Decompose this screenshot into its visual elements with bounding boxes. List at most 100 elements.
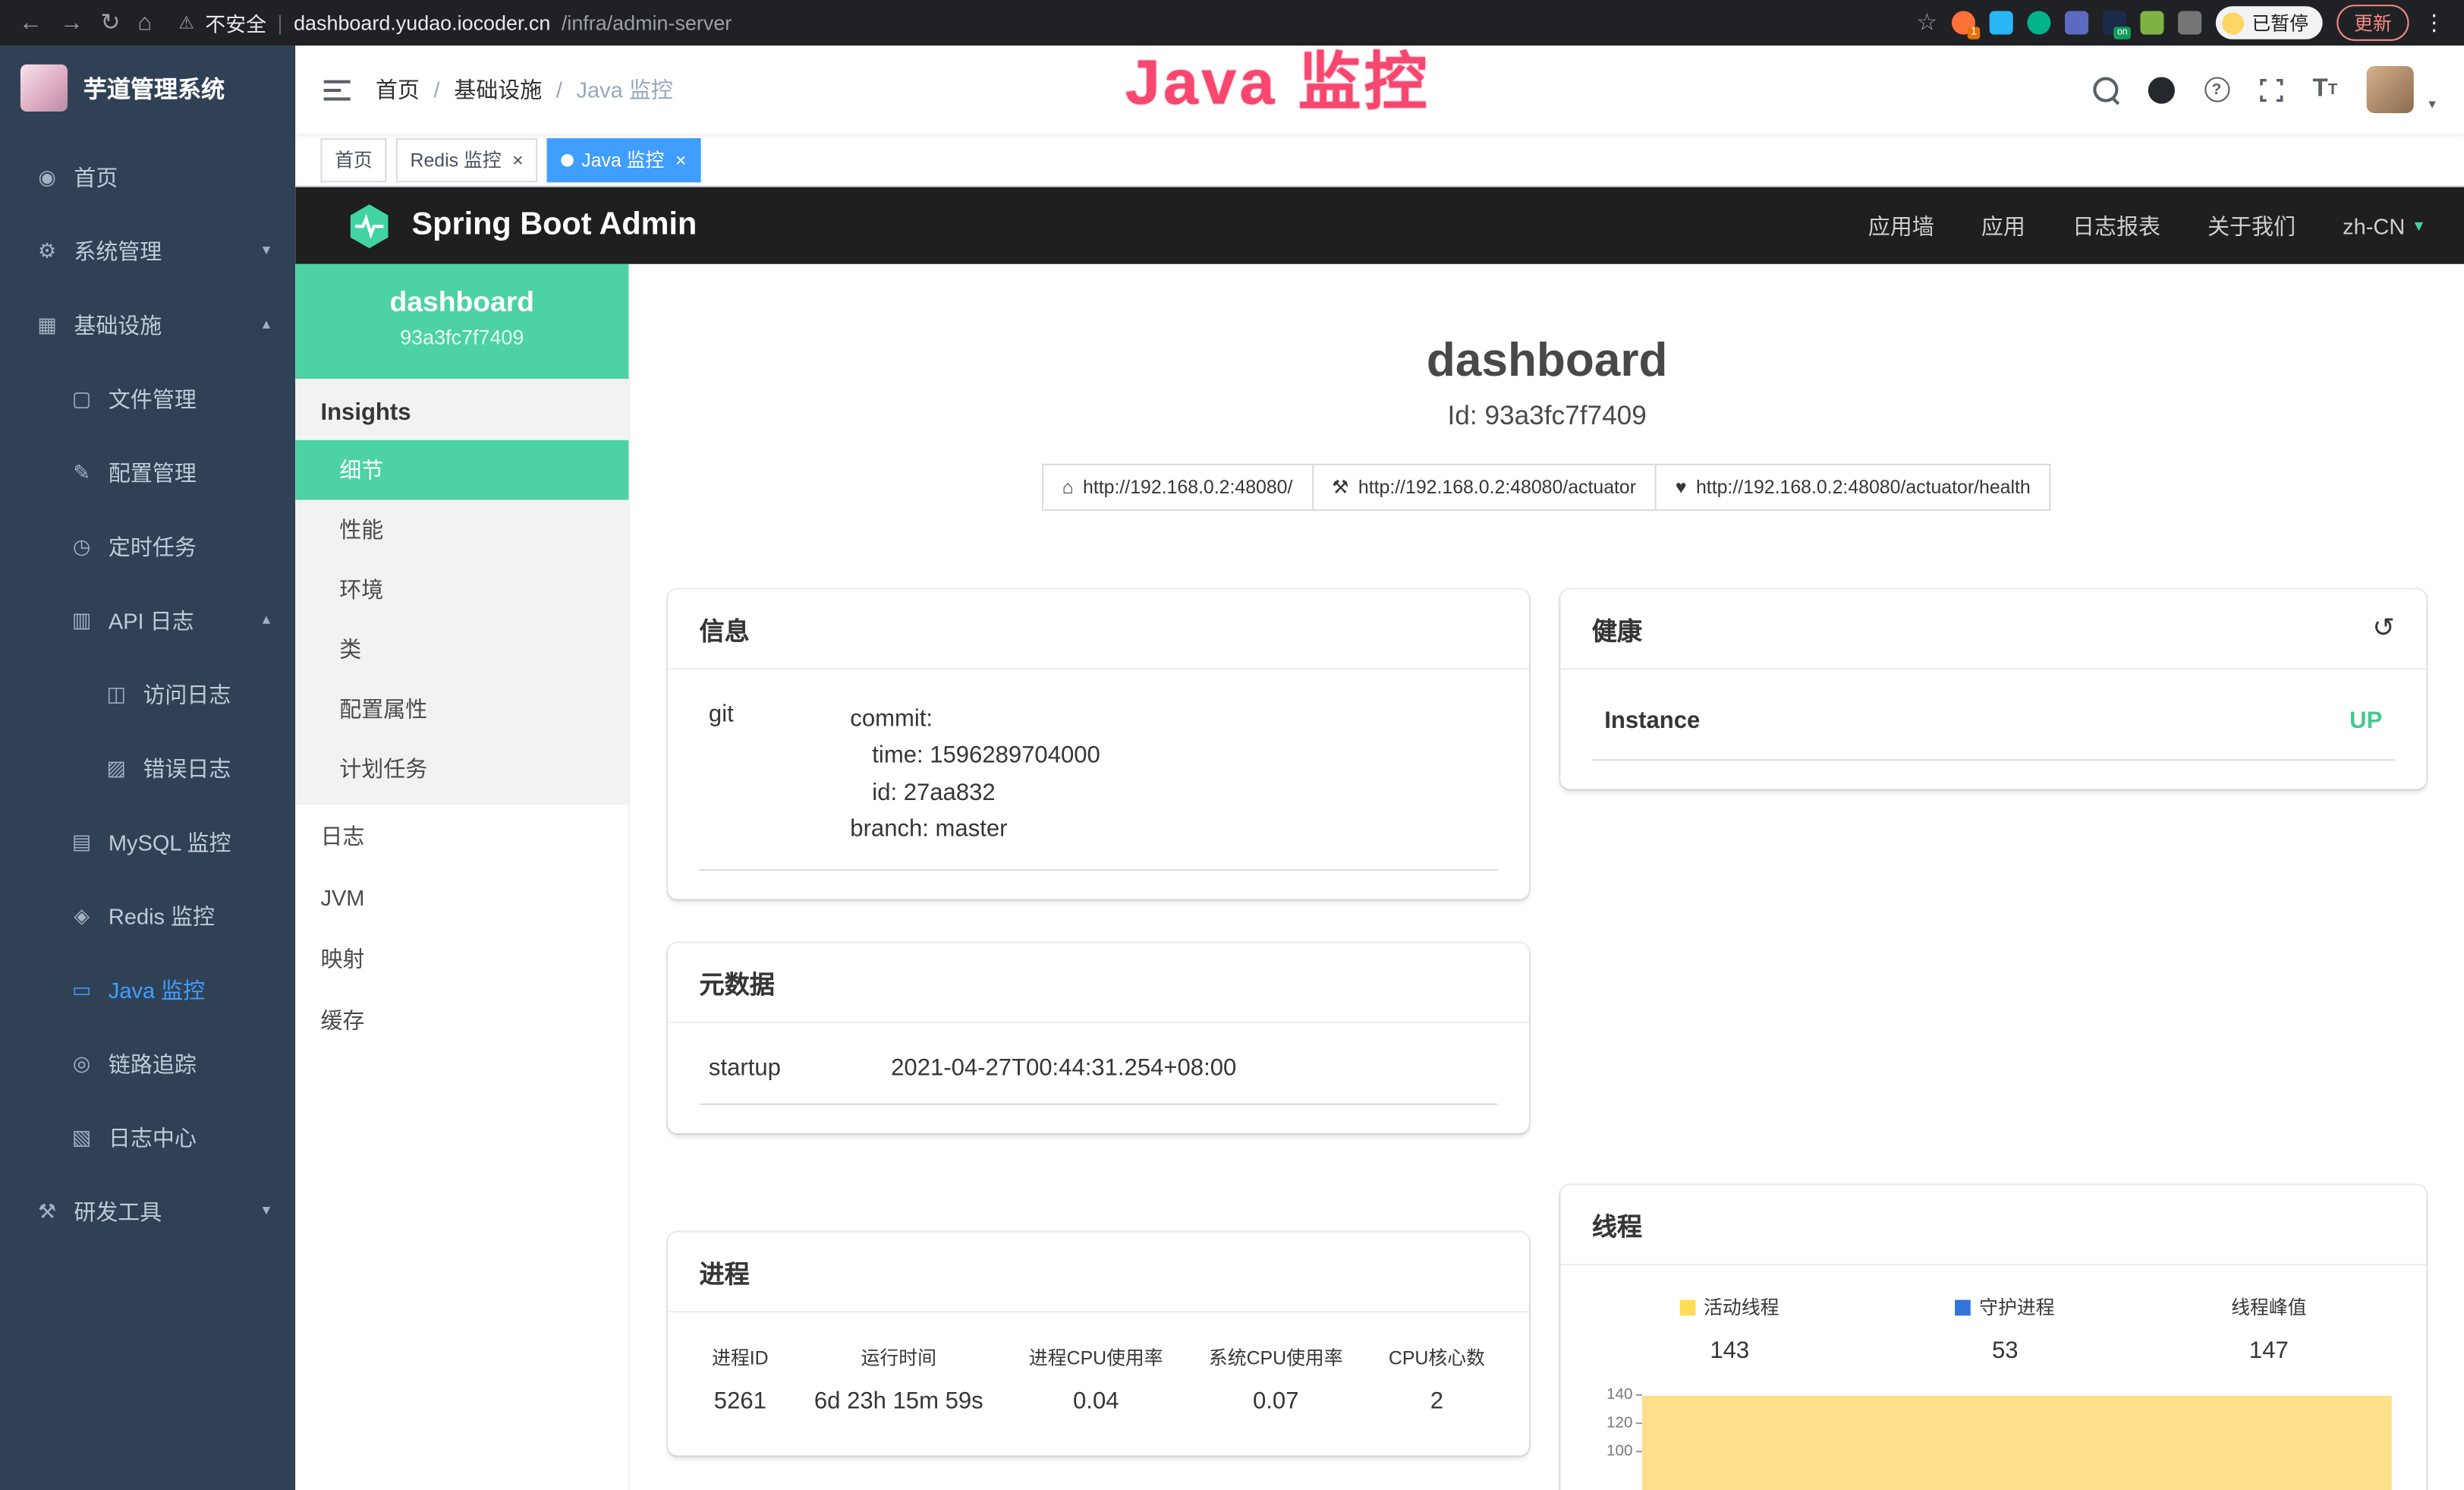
cards-grid: 信息 git commit: time: 1596289704000 id: 2… (668, 590, 2426, 1490)
home-icon: ⌂ (1062, 476, 1074, 498)
health-url-link[interactable]: ♥ http://192.168.0.2:48080/actuator/heal… (1655, 464, 2051, 511)
avatar-caret-icon: ▾ (2428, 96, 2435, 113)
back-icon[interactable]: ← (19, 11, 42, 34)
page-title: dashboard (668, 335, 2426, 388)
sidebar-item-mysql-monitor[interactable]: ▤ MySQL 监控 (0, 805, 295, 878)
sba-item-jvm[interactable]: JVM (295, 866, 628, 928)
extension-fox-icon[interactable]: 1 (1952, 11, 1975, 34)
sba-item-details[interactable]: 细节 (295, 440, 628, 500)
process-col-cpus: CPU核心数 2 (1389, 1344, 1485, 1415)
legend-peak-threads: 线程峰值 147 (2231, 1293, 2306, 1364)
sidebar-item-config-mgmt[interactable]: ✎ 配置管理 (0, 436, 295, 509)
instance-id: 93a3fc7f7409 (295, 326, 628, 349)
chevron-up-icon: ▴ (263, 316, 270, 333)
help-icon[interactable]: ? (2204, 77, 2229, 102)
browser-menu-icon[interactable]: ⋮ (2423, 9, 2445, 36)
sidebar-item-api-log[interactable]: ▥ API 日志 ▴ (0, 583, 295, 657)
insights-group-label: Insights (295, 379, 628, 440)
extension-puzzle-icon[interactable] (2178, 11, 2201, 34)
legend-daemon-threads: 守护进程 53 (1956, 1293, 2054, 1364)
extension-v-icon[interactable] (2027, 11, 2050, 34)
service-url-link[interactable]: ⌂ http://192.168.0.2:48080/ (1042, 464, 1314, 511)
health-row-instance[interactable]: Instance UP (1592, 682, 2395, 761)
sba-item-mappings[interactable]: 映射 (295, 928, 628, 989)
extension-leaf-icon[interactable] (2140, 11, 2163, 34)
heart-icon: ♥ (1676, 476, 1687, 498)
font-size-icon[interactable]: TT (2312, 75, 2337, 103)
breadcrumb-home[interactable]: 首页 (376, 74, 420, 105)
sidebar-item-access-log[interactable]: ◫ 访问日志 (0, 657, 295, 731)
sidebar-logo[interactable]: 芋道管理系统 (0, 46, 295, 131)
sba-item-environment[interactable]: 环境 (295, 559, 628, 619)
sba-content: dashboard Id: 93a3fc7f7409 ⌂ http://192.… (630, 264, 2464, 1490)
history-icon[interactable]: ↺ (2372, 613, 2395, 644)
sba-item-metrics[interactable]: 性能 (295, 500, 628, 560)
metadata-key: startup (709, 1055, 891, 1082)
extension-drop-icon[interactable] (1990, 11, 2013, 34)
address-separator: | (278, 11, 283, 34)
top-navbar: 首页 / 基础设施 / Java 监控 ? TT ▾ (295, 46, 2464, 134)
sidebar-item-redis-monitor[interactable]: ◈ Redis 监控 (0, 879, 295, 953)
language-selector[interactable]: zh-CN ▾ (2343, 213, 2423, 238)
main-column: 首页 / 基础设施 / Java 监控 ? TT ▾ (295, 46, 2464, 1490)
address-bar[interactable]: ⚠ 不安全 | dashboard.yudao.iocoder.cn/infra… (178, 8, 732, 37)
tag-java-monitor[interactable]: Java 监控 × (547, 137, 700, 181)
sba-item-caches[interactable]: 缓存 (295, 989, 628, 1051)
process-col-uptime: 运行时间 6d 23h 15m 59s (814, 1344, 983, 1415)
forward-icon[interactable]: → (60, 11, 83, 34)
bookmark-star-icon[interactable]: ☆ (1916, 11, 1937, 34)
tag-redis-monitor[interactable]: Redis 监控 × (396, 137, 537, 181)
sidebar-item-dev-tools[interactable]: ⚒ 研发工具 ▾ (0, 1174, 295, 1248)
close-icon[interactable]: × (512, 149, 524, 171)
sba-nav-about[interactable]: 关于我们 (2208, 209, 2296, 241)
paused-chip[interactable]: 已暂停 (2216, 6, 2323, 39)
instance-header[interactable]: dashboard 93a3fc7f7409 (295, 264, 628, 379)
mysql-icon: ▤ (69, 829, 94, 854)
sba-item-classes[interactable]: 类 (295, 619, 628, 679)
log-center-icon: ▧ (69, 1125, 94, 1150)
tag-home[interactable]: 首页 (320, 137, 386, 181)
fullscreen-icon[interactable] (2259, 78, 2283, 102)
hamburger-icon[interactable] (324, 78, 351, 102)
actuator-url-link[interactable]: ⚒ http://192.168.0.2:48080/actuator (1311, 464, 1657, 511)
chevron-down-icon: ▾ (263, 242, 270, 260)
sba-nav-wallboard[interactable]: 应用墙 (1868, 209, 1934, 241)
sidebar-item-scheduled-tasks[interactable]: ◷ 定时任务 (0, 509, 295, 583)
process-col-process-cpu: 进程CPU使用率 0.04 (1029, 1344, 1163, 1415)
close-icon[interactable]: × (675, 149, 687, 171)
warning-icon: ⚠ (178, 13, 194, 33)
extension-onepassword-icon[interactable]: on (2103, 11, 2126, 34)
info-card: 信息 git commit: time: 1596289704000 id: 2… (668, 590, 1529, 899)
sba-body: dashboard 93a3fc7f7409 Insights 细节 性能 环境… (295, 264, 2464, 1490)
reload-icon[interactable]: ↻ (101, 11, 121, 34)
breadcrumb-java-monitor: Java 监控 (577, 74, 673, 105)
sba-nav: 应用墙 应用 日志报表 关于我们 zh-CN ▾ (1868, 209, 2423, 241)
sidebar-item-system-mgmt[interactable]: ⚙ 系统管理 ▾ (0, 214, 295, 288)
user-avatar[interactable] (2368, 66, 2415, 113)
sidebar-item-java-monitor[interactable]: ▭ Java 监控 (0, 953, 295, 1026)
update-chip[interactable]: 更新 (2337, 5, 2409, 41)
sba-nav-journal[interactable]: 日志报表 (2072, 209, 2160, 241)
breadcrumb-infrastructure[interactable]: 基础设施 (454, 74, 542, 105)
sidebar-item-file-mgmt[interactable]: ▢ 文件管理 (0, 361, 295, 435)
navbar-actions: ? TT ▾ (2092, 66, 2435, 113)
sba-item-config-props[interactable]: 配置属性 (295, 679, 628, 739)
spring-boot-admin-logo-icon (346, 202, 393, 249)
process-table: 进程ID 5261 运行时间 6d 23h 15m 59s (700, 1325, 1498, 1428)
screenshot-root: Java 监控 ← → ↻ ⌂ ⚠ 不安全 | dashboard.yudao.… (0, 0, 2464, 1490)
sba-item-scheduled-tasks[interactable]: 计划任务 (295, 739, 628, 799)
sidebar-item-trace[interactable]: ◎ 链路追踪 (0, 1026, 295, 1100)
sba-nav-applications[interactable]: 应用 (1981, 209, 2025, 241)
sba-sidebar: dashboard 93a3fc7f7409 Insights 细节 性能 环境… (295, 264, 630, 1490)
github-icon[interactable] (2148, 76, 2174, 102)
home-icon[interactable]: ⌂ (137, 11, 152, 34)
sba-item-logs[interactable]: 日志 (295, 805, 628, 866)
sidebar-item-infrastructure[interactable]: ▦ 基础设施 ▴ (0, 288, 295, 361)
search-icon[interactable] (2092, 77, 2117, 102)
sidebar-item-home[interactable]: ◉ 首页 (0, 140, 295, 213)
extension-grid-icon[interactable] (2065, 11, 2088, 34)
sidebar-item-log-center[interactable]: ▧ 日志中心 (0, 1101, 295, 1174)
info-card-title: 信息 (668, 590, 1529, 670)
sidebar-item-error-log[interactable]: ▨ 错误日志 (0, 731, 295, 805)
chevron-up-icon: ▴ (263, 612, 270, 629)
